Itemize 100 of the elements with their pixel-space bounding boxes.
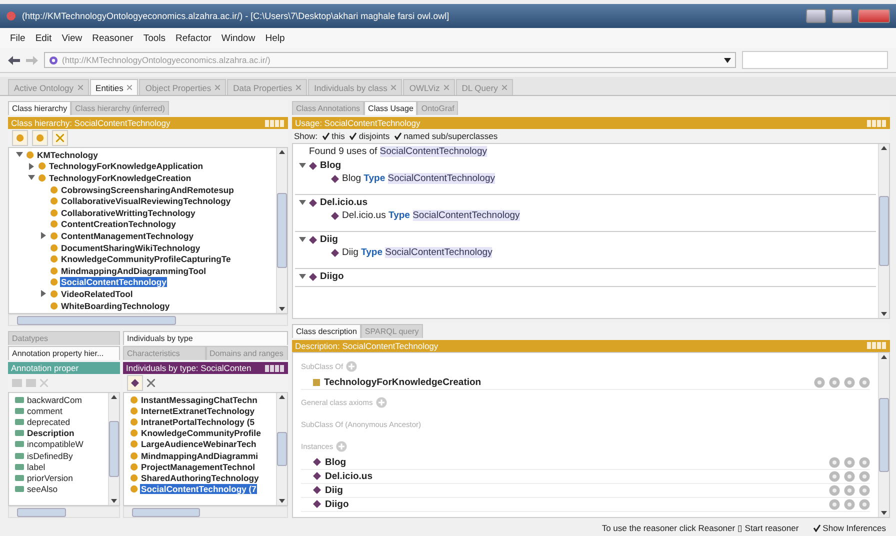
- add-icon[interactable]: [336, 441, 348, 452]
- close-icon[interactable]: [391, 85, 396, 90]
- vertical-scrollbar[interactable]: [878, 144, 889, 318]
- checkbox[interactable]: [812, 524, 821, 532]
- panel-tab[interactable]: Annotation property hier...: [8, 346, 120, 360]
- maximize-button[interactable]: [832, 9, 852, 23]
- scroll-down-icon[interactable]: [279, 307, 285, 311]
- tree-item[interactable]: CollaborativeVisualReviewingTechnology: [60, 196, 232, 206]
- collapse-icon[interactable]: [28, 174, 35, 182]
- menu-item[interactable]: Tools: [143, 32, 166, 44]
- scroll-down-icon[interactable]: [881, 312, 887, 316]
- row-action-button[interactable]: [844, 376, 855, 388]
- expand-icon[interactable]: [40, 290, 47, 298]
- row-action-button[interactable]: [859, 470, 870, 482]
- scroll-up-icon[interactable]: [279, 150, 285, 154]
- scroll-up-icon[interactable]: [111, 395, 117, 399]
- property-item[interactable]: seeAlso: [26, 484, 59, 494]
- collapse-icon[interactable]: [299, 273, 306, 280]
- expand-icon[interactable]: [28, 162, 35, 170]
- tree-item[interactable]: DocumentSharingWikiTechnology: [60, 242, 202, 253]
- checkbox[interactable]: [348, 132, 357, 140]
- menu-item[interactable]: File: [10, 32, 26, 44]
- individual-item[interactable]: InternetExtranetTechnology: [140, 406, 256, 416]
- row-action-button[interactable]: [829, 456, 840, 468]
- checkbox[interactable]: [394, 132, 402, 140]
- horizontal-scrollbar[interactable]: [8, 506, 120, 518]
- add-subclass-button[interactable]: [12, 130, 28, 146]
- dropdown-icon[interactable]: [724, 58, 731, 62]
- forward-icon[interactable]: [26, 56, 38, 64]
- row-action-button[interactable]: [859, 456, 870, 468]
- property-item[interactable]: Description: [26, 428, 76, 438]
- individual-item[interactable]: LargeAudienceWebinarTech: [140, 439, 258, 450]
- panel-tab[interactable]: Class hierarchy: [8, 101, 72, 115]
- add-icon[interactable]: [346, 361, 358, 372]
- collapse-icon[interactable]: [16, 151, 23, 158]
- menu-item[interactable]: Reasoner: [92, 32, 134, 44]
- tree-item[interactable]: ContentManagementTechnology: [60, 230, 195, 241]
- row-action-button[interactable]: [859, 498, 870, 510]
- property-item[interactable]: incompatibleW: [26, 439, 84, 450]
- delete-icon[interactable]: [147, 379, 155, 387]
- property-item[interactable]: comment: [26, 406, 64, 416]
- property-item[interactable]: deprecated: [26, 416, 72, 427]
- property-item[interactable]: isDefinedBy: [26, 450, 74, 461]
- minimize-button[interactable]: [806, 9, 826, 23]
- scroll-down-icon[interactable]: [111, 499, 117, 503]
- tree-item[interactable]: WhiteBoardingTechnology: [60, 300, 171, 311]
- tree-item[interactable]: KMTechnology: [36, 150, 99, 160]
- menu-item[interactable]: Refactor: [176, 32, 212, 44]
- close-icon[interactable]: [444, 85, 449, 90]
- collapse-icon[interactable]: [299, 162, 306, 169]
- tree-item[interactable]: VideoRelatedTool: [60, 288, 134, 299]
- individual-item[interactable]: ProjectManagementTechnol: [140, 462, 256, 472]
- row-action-button[interactable]: [844, 470, 855, 482]
- close-icon[interactable]: [502, 85, 507, 90]
- close-icon[interactable]: [296, 85, 302, 90]
- tab[interactable]: Entities: [90, 79, 138, 95]
- close-icon[interactable]: [78, 85, 83, 90]
- panel-tab[interactable]: Class description: [292, 324, 361, 338]
- panel-tab[interactable]: Individuals by type: [123, 331, 288, 345]
- close-icon[interactable]: [127, 85, 132, 90]
- scroll-down-icon[interactable]: [881, 511, 887, 515]
- row-action-button[interactable]: [829, 376, 840, 388]
- row-action-button[interactable]: [859, 376, 870, 388]
- tree-item[interactable]: CollaborativeWrittingTechnology: [60, 208, 196, 218]
- add-individual-button[interactable]: [127, 375, 143, 391]
- tree-item[interactable]: SocialContentTechnology: [60, 277, 168, 288]
- tree-item[interactable]: TechnologyForKnowledgeCreation: [48, 172, 192, 183]
- individual-item[interactable]: SocialContentTechnology (7: [140, 484, 258, 494]
- add-icon[interactable]: [376, 397, 387, 408]
- row-action-button[interactable]: [844, 484, 855, 496]
- scroll-up-icon[interactable]: [881, 354, 887, 359]
- property-item[interactable]: priorVersion: [26, 472, 74, 483]
- delete-class-button[interactable]: [52, 130, 68, 146]
- individual-item[interactable]: SharedAuthoringTechnology: [140, 472, 260, 483]
- vertical-scrollbar[interactable]: [878, 352, 889, 517]
- row-action-button[interactable]: [814, 376, 825, 388]
- property-item[interactable]: backwardCom: [26, 394, 83, 405]
- individual-item[interactable]: MindmappingAndDiagrammi: [140, 450, 259, 461]
- collapse-icon[interactable]: [299, 199, 306, 206]
- horizontal-scrollbar[interactable]: [8, 314, 288, 326]
- add-sibling-button[interactable]: [32, 130, 48, 146]
- individual-item[interactable]: InstantMessagingChatTechn: [140, 394, 258, 405]
- individual-item[interactable]: KnowledgeCommunityProfile: [140, 428, 262, 438]
- vertical-scrollbar[interactable]: [276, 393, 287, 505]
- search-field[interactable]: [742, 51, 888, 69]
- menu-item[interactable]: Window: [221, 32, 256, 44]
- scroll-down-icon[interactable]: [279, 498, 285, 503]
- menu-item[interactable]: Edit: [35, 32, 52, 44]
- vertical-scrollbar[interactable]: [108, 393, 119, 505]
- property-item[interactable]: label: [26, 462, 46, 472]
- scroll-up-icon[interactable]: [279, 395, 285, 399]
- tree-item[interactable]: MindmappingAndDiagrammingTool: [60, 266, 207, 276]
- individual-item[interactable]: IntranetPortalTechnology (5: [140, 416, 256, 427]
- collapse-icon[interactable]: [299, 236, 306, 243]
- back-icon[interactable]: [8, 56, 20, 64]
- row-action-button[interactable]: [844, 498, 855, 510]
- panel-controls-icon[interactable]: [265, 364, 285, 372]
- row-action-button[interactable]: [829, 484, 840, 496]
- panel-tab[interactable]: Class Usage: [364, 101, 418, 115]
- menu-item[interactable]: View: [62, 32, 82, 44]
